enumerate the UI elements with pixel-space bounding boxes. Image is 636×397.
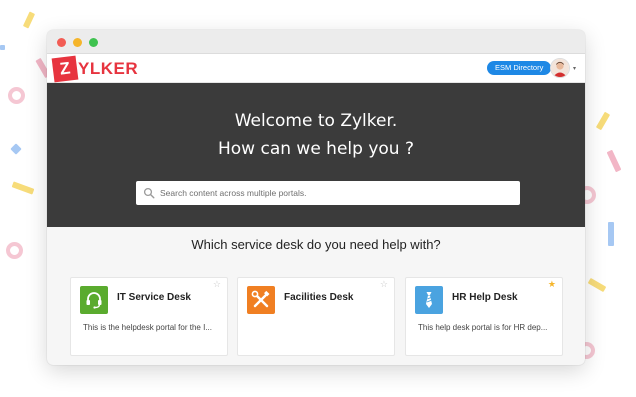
confetti (0, 45, 5, 50)
search-input[interactable] (160, 188, 520, 198)
service-desk-card-it[interactable]: IT Service Desk This is the helpdesk por… (70, 277, 228, 356)
zylker-logo[interactable]: Z YLKER (51, 55, 139, 82)
app-header: Z YLKER ESM Directory ▾ (47, 54, 585, 83)
service-desk-question: Which service desk do you need help with… (191, 237, 441, 252)
star-icon[interactable]: ☆ (213, 281, 221, 290)
service-desk-card-facilities[interactable]: Facilities Desk ☆ (237, 277, 395, 356)
confetti (10, 143, 22, 155)
search-box[interactable] (136, 181, 520, 205)
welcome-subtitle: How can we help you ? (217, 139, 414, 159)
star-icon[interactable]: ☆ (380, 281, 388, 290)
necktie-icon (415, 286, 443, 314)
card-description: This help desk portal is for HR dep... (418, 323, 548, 332)
card-title: Facilities Desk (284, 292, 354, 303)
card-title: IT Service Desk (117, 292, 191, 303)
logo-initial: Z (51, 55, 79, 82)
confetti (587, 277, 607, 293)
confetti-ring (8, 87, 25, 104)
chevron-down-icon[interactable]: ▾ (573, 65, 576, 72)
confetti (608, 222, 614, 246)
close-window-button[interactable] (57, 38, 66, 47)
esm-directory-button[interactable]: ESM Directory (487, 61, 552, 75)
star-icon[interactable]: ★ (548, 281, 556, 290)
confetti (22, 11, 36, 29)
tools-icon (247, 286, 275, 314)
headset-icon (80, 286, 108, 314)
welcome-title: Welcome to Zylker. (234, 111, 398, 131)
minimize-window-button[interactable] (73, 38, 82, 47)
service-desk-card-hr[interactable]: HR Help Desk This help desk portal is fo… (405, 277, 563, 356)
search-icon (143, 187, 155, 199)
user-avatar-icon[interactable] (550, 58, 570, 78)
welcome-hero: Welcome to Zylker. How can we help you ? (47, 83, 585, 227)
maximize-window-button[interactable] (89, 38, 98, 47)
card-description: This is the helpdesk portal for the I... (83, 323, 212, 332)
card-title: HR Help Desk (452, 292, 518, 303)
window-titlebar (47, 30, 585, 54)
logo-text: YLKER (78, 58, 139, 78)
confetti (11, 181, 35, 195)
confetti (606, 149, 622, 173)
confetti (595, 111, 611, 131)
confetti-ring (6, 242, 23, 259)
browser-window: Z YLKER ESM Directory ▾ Welcome to Zylke… (47, 30, 585, 365)
